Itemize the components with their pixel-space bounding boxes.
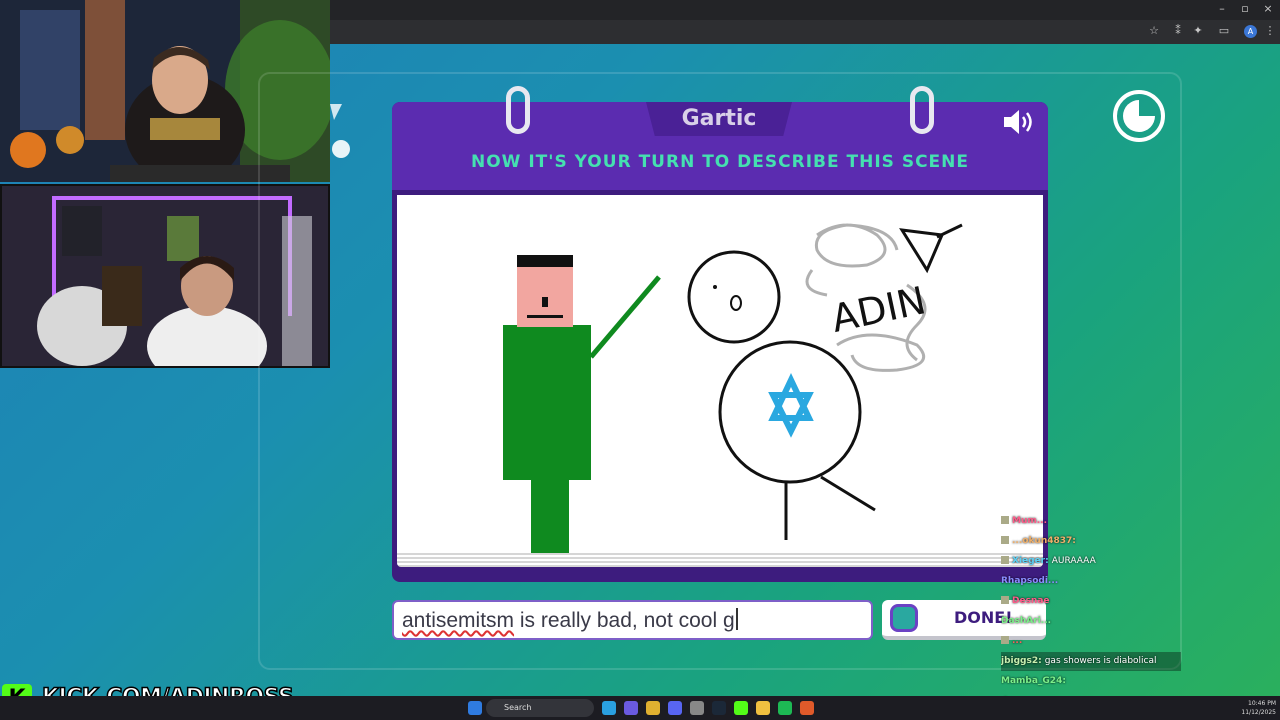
chat-message: ... bbox=[1001, 632, 1181, 651]
speaker-icon[interactable] bbox=[1002, 108, 1038, 136]
binder-ring-right bbox=[910, 86, 934, 134]
maximize-icon[interactable]: ▫ bbox=[1235, 2, 1255, 15]
chat-message: Xieger: AURAAAA bbox=[1001, 552, 1181, 571]
scene-drawing: ADIN bbox=[503, 223, 963, 555]
browser-toolbar bbox=[330, 20, 1280, 44]
chat-message: ...okun4837: bbox=[1001, 532, 1181, 551]
description-input[interactable]: antisemitsm is really bad, not cool g bbox=[392, 600, 873, 640]
chat-message: DashAri... bbox=[1001, 616, 1052, 626]
figure-hair bbox=[517, 255, 573, 267]
discord-icon[interactable] bbox=[668, 701, 682, 715]
figure-arm bbox=[589, 275, 661, 359]
chat-message: Mamba_G24: bbox=[1001, 676, 1066, 686]
bookmark-star-icon[interactable]: ☆ bbox=[1146, 24, 1162, 40]
page-stack bbox=[397, 553, 1043, 567]
taskbar-search[interactable]: Search bbox=[486, 699, 594, 717]
clock-time: 10:46 PM bbox=[1248, 700, 1276, 707]
page-title: NOW IT'S YOUR TURN TO DESCRIBE THIS SCEN… bbox=[470, 152, 970, 172]
drawing-canvas: ADIN bbox=[397, 195, 1043, 555]
clock[interactable]: 10:46 PM 11/12/2025 bbox=[1236, 699, 1276, 717]
steam-icon[interactable] bbox=[712, 701, 726, 715]
chat-message: Mum... bbox=[1001, 512, 1181, 531]
puzzle-icon[interactable]: ✦ bbox=[1190, 24, 1206, 40]
chat-overlay: Mum... ...okun4837: Xieger: AURAAAA Rhaps… bbox=[1001, 512, 1181, 712]
chat-message: Rhapsodi... bbox=[1001, 576, 1059, 586]
app-icon[interactable] bbox=[690, 701, 704, 715]
taskbar: Search 10:46 PM 11/12/2025 bbox=[0, 696, 1280, 720]
spotify-icon[interactable] bbox=[778, 701, 792, 715]
close-icon[interactable]: × bbox=[1258, 2, 1278, 15]
side-decoration-icon bbox=[330, 104, 350, 158]
folder-icon[interactable] bbox=[756, 701, 770, 715]
figure-body bbox=[503, 325, 591, 480]
check-icon bbox=[890, 604, 918, 632]
start-icon[interactable] bbox=[468, 701, 482, 715]
edge-icon[interactable] bbox=[602, 701, 616, 715]
browser-icon[interactable] bbox=[800, 701, 814, 715]
text-caret bbox=[735, 608, 738, 630]
profile-avatar[interactable]: A bbox=[1244, 25, 1257, 38]
stick-body bbox=[718, 340, 862, 484]
misspelled-word: antisemitsm bbox=[402, 609, 515, 632]
chat-message: Desnae bbox=[1001, 592, 1181, 611]
clock-date: 11/12/2025 bbox=[1241, 709, 1276, 716]
panel-header: Gartic NOW IT'S YOUR TURN TO DESCRIBE TH… bbox=[392, 86, 1048, 190]
extension-icon[interactable]: ⁑ bbox=[1170, 24, 1186, 40]
minimize-icon[interactable]: – bbox=[1212, 2, 1232, 15]
figure-legs bbox=[531, 480, 569, 555]
app-icon[interactable] bbox=[624, 701, 638, 715]
timer-icon bbox=[1113, 90, 1165, 142]
shower-head-drawing bbox=[899, 228, 945, 274]
sidebar-icon[interactable]: ▭ bbox=[1216, 24, 1232, 40]
chat-message: jbiggs2: gas showers is diabolical bbox=[1001, 652, 1181, 671]
input-text: antisemitsm is really bad, not cool g bbox=[402, 609, 735, 632]
kick-icon[interactable] bbox=[734, 701, 748, 715]
binder-ring-left bbox=[506, 86, 530, 134]
chrome-icon[interactable] bbox=[646, 701, 660, 715]
menu-icon[interactable]: ⋮ bbox=[1262, 24, 1278, 40]
gartic-logo: Gartic bbox=[681, 106, 757, 131]
drawing-label: ADIN bbox=[828, 278, 930, 341]
input-rest: is really bad, not cool g bbox=[514, 609, 735, 632]
